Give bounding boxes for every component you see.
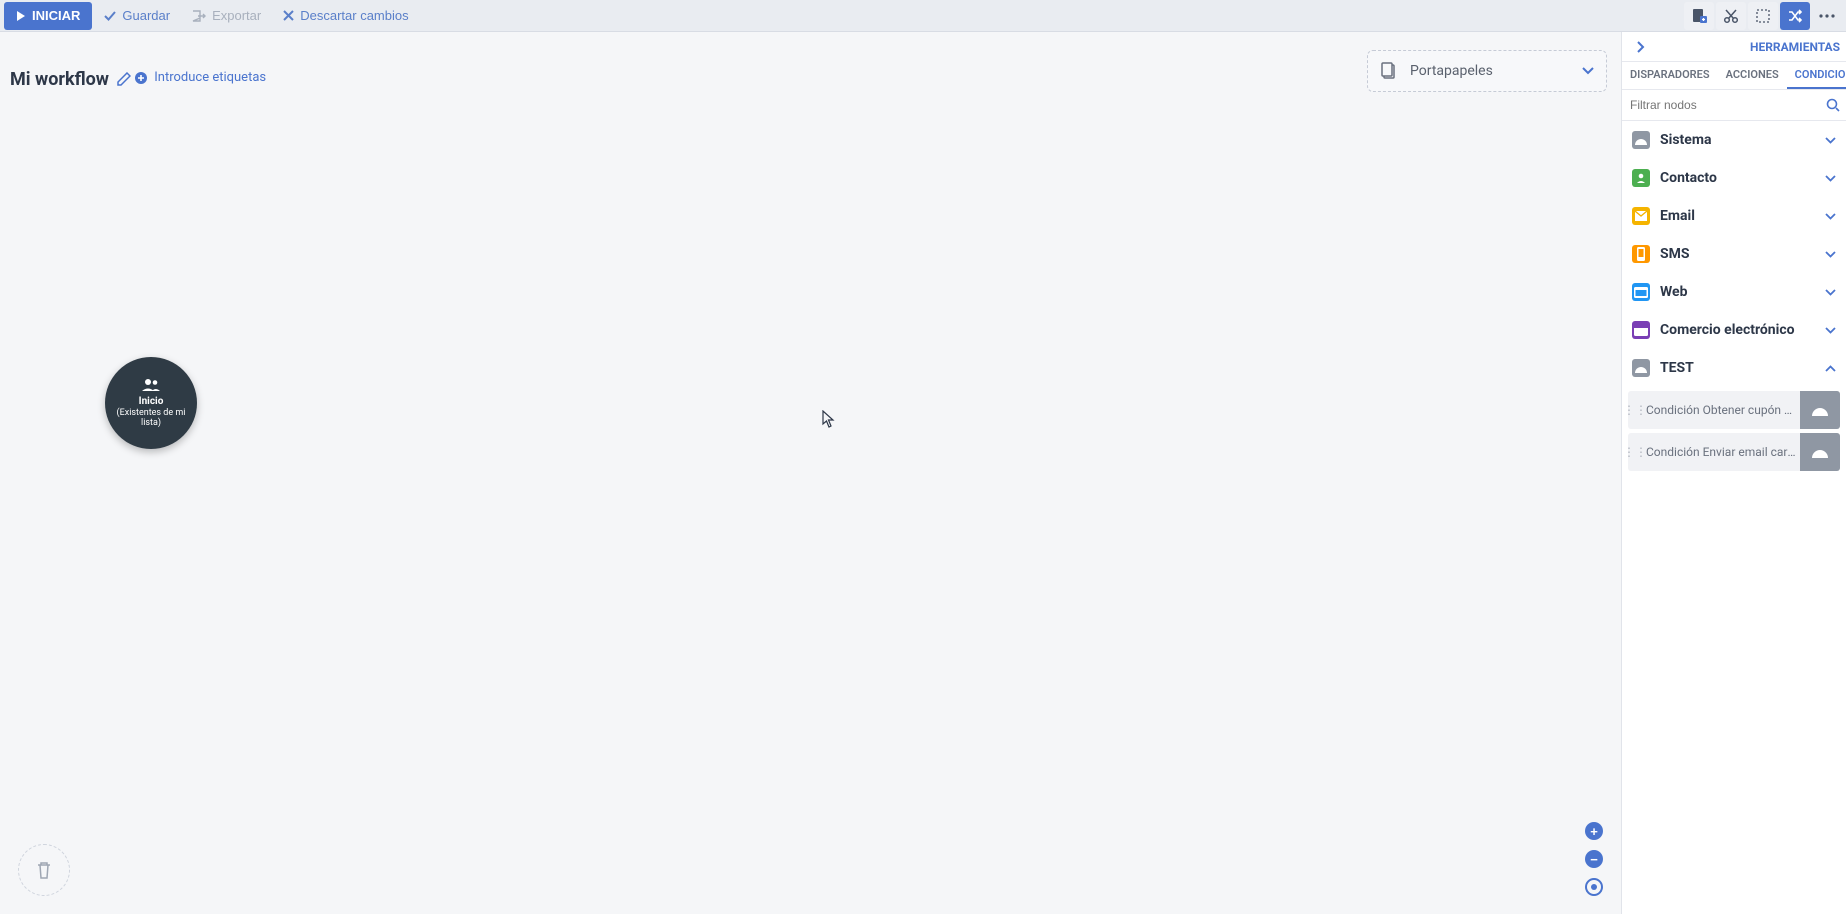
save-button[interactable]: Guardar	[94, 2, 180, 30]
node-label: Condición Enviar email carr...	[1642, 445, 1800, 459]
category-email[interactable]: Email	[1622, 197, 1846, 235]
zoom-out-button[interactable]: −	[1585, 850, 1603, 868]
start-node-subtitle: (Existentes de mi lista)	[105, 408, 197, 429]
selection-icon	[1755, 8, 1771, 24]
category-label: Sistema	[1660, 132, 1711, 148]
check-icon	[104, 10, 116, 22]
add-tags-label: Introduce etiquetas	[154, 70, 266, 85]
collapse-panel-button[interactable]	[1630, 41, 1650, 53]
canvas[interactable]: Mi workflow Introduce etiquetas Portapap…	[0, 32, 1621, 914]
node-label: Condición Obtener cupón per...	[1642, 403, 1800, 417]
zoom-controls: + −	[1585, 822, 1603, 896]
tools-header: HERRAMIENTAS	[1622, 32, 1846, 62]
test-icon	[1632, 359, 1650, 377]
condition-icon	[1800, 433, 1840, 471]
search-icon[interactable]	[1826, 98, 1840, 112]
trash-icon	[36, 861, 52, 879]
play-icon	[16, 11, 26, 21]
category-label: Email	[1660, 208, 1695, 224]
category-label: SMS	[1660, 246, 1690, 262]
filter-row	[1622, 90, 1846, 121]
cut-button[interactable]	[1716, 2, 1746, 30]
category-label: Web	[1660, 284, 1687, 300]
export-icon	[192, 10, 206, 22]
start-node-title: Inicio	[139, 396, 164, 408]
tab-conditions[interactable]: CONDICIONES	[1787, 62, 1846, 89]
tab-triggers[interactable]: DISPARADORES	[1622, 62, 1718, 89]
category-sistema[interactable]: Sistema	[1622, 121, 1846, 159]
main: Mi workflow Introduce etiquetas Portapap…	[0, 32, 1846, 914]
chevron-down-icon	[1825, 327, 1836, 334]
category-sms[interactable]: SMS	[1622, 235, 1846, 273]
filter-input[interactable]	[1628, 94, 1820, 116]
people-icon	[141, 378, 161, 392]
save-label: Guardar	[122, 8, 170, 23]
scissors-icon	[1723, 8, 1739, 24]
add-node-button[interactable]	[1684, 2, 1714, 30]
chevron-down-icon	[1825, 175, 1836, 182]
start-label: INICIAR	[32, 8, 80, 23]
tools-panel: HERRAMIENTAS DISPARADORES ACCIONES CONDI…	[1621, 32, 1846, 914]
discard-button[interactable]: Descartar cambios	[273, 2, 418, 30]
trash-zone[interactable]	[18, 844, 70, 896]
contact-icon	[1632, 169, 1650, 187]
clipboard-panel[interactable]: Portapapeles	[1367, 50, 1607, 92]
email-icon	[1632, 207, 1650, 225]
shuffle-button[interactable]	[1780, 2, 1810, 30]
condition-icon	[1800, 391, 1840, 429]
zoom-center-button[interactable]	[1585, 878, 1603, 896]
workflow-title: Mi workflow	[10, 69, 109, 90]
tab-actions[interactable]: ACCIONES	[1718, 62, 1787, 89]
toolbar-right	[1684, 2, 1842, 30]
more-button[interactable]	[1812, 2, 1842, 30]
more-icon	[1819, 14, 1835, 18]
category-list: Sistema Contacto Email	[1622, 121, 1846, 914]
start-button[interactable]: INICIAR	[4, 2, 92, 30]
discard-label: Descartar cambios	[300, 8, 408, 23]
shuffle-icon	[1787, 8, 1803, 24]
node-item[interactable]: ⋮⋮ Condición Enviar email carr...	[1628, 433, 1840, 471]
category-contacto[interactable]: Contacto	[1622, 159, 1846, 197]
category-label: Comercio electrónico	[1660, 322, 1795, 338]
drag-handle-icon: ⋮⋮	[1628, 403, 1642, 417]
close-icon	[283, 10, 294, 21]
chevron-down-icon	[1825, 137, 1836, 144]
ecommerce-icon	[1632, 321, 1650, 339]
select-button[interactable]	[1748, 2, 1778, 30]
tools-title: HERRAMIENTAS	[1650, 40, 1840, 54]
clipboard-label: Portapapeles	[1410, 63, 1570, 79]
clipboard-icon	[1380, 62, 1398, 80]
node-item[interactable]: ⋮⋮ Condición Obtener cupón per...	[1628, 391, 1840, 429]
workflow-header: Mi workflow Introduce etiquetas	[10, 52, 266, 90]
chevron-down-icon	[1582, 67, 1594, 75]
category-test[interactable]: TEST	[1622, 349, 1846, 387]
workflow-title-row: Mi workflow	[10, 69, 131, 90]
category-web[interactable]: Web	[1622, 273, 1846, 311]
cursor-icon	[822, 410, 836, 428]
chevron-down-icon	[1825, 251, 1836, 258]
drag-handle-icon: ⋮⋮	[1628, 445, 1642, 459]
toolbar-left: INICIAR Guardar Exportar Descartar cambi…	[4, 2, 419, 30]
tools-tabs: DISPARADORES ACCIONES CONDICIONES	[1622, 62, 1846, 90]
category-label: Contacto	[1660, 170, 1717, 186]
pencil-icon[interactable]	[117, 72, 131, 86]
start-node[interactable]: Inicio (Existentes de mi lista)	[105, 357, 197, 449]
web-icon	[1632, 283, 1650, 301]
top-toolbar: INICIAR Guardar Exportar Descartar cambi…	[0, 0, 1846, 32]
chevron-down-icon	[1825, 289, 1836, 296]
add-file-icon	[1691, 8, 1707, 24]
chevron-up-icon	[1825, 365, 1836, 372]
zoom-in-button[interactable]: +	[1585, 822, 1603, 840]
system-icon	[1632, 131, 1650, 149]
export-label: Exportar	[212, 8, 261, 23]
sms-icon	[1632, 245, 1650, 263]
chevron-down-icon	[1825, 213, 1836, 220]
plus-circle-icon	[134, 71, 148, 85]
category-ecommerce[interactable]: Comercio electrónico	[1622, 311, 1846, 349]
minus-icon: −	[1590, 852, 1598, 867]
category-label: TEST	[1660, 360, 1694, 376]
add-tags-button[interactable]: Introduce etiquetas	[134, 70, 266, 85]
export-button[interactable]: Exportar	[182, 2, 271, 30]
plus-icon: +	[1590, 824, 1598, 839]
